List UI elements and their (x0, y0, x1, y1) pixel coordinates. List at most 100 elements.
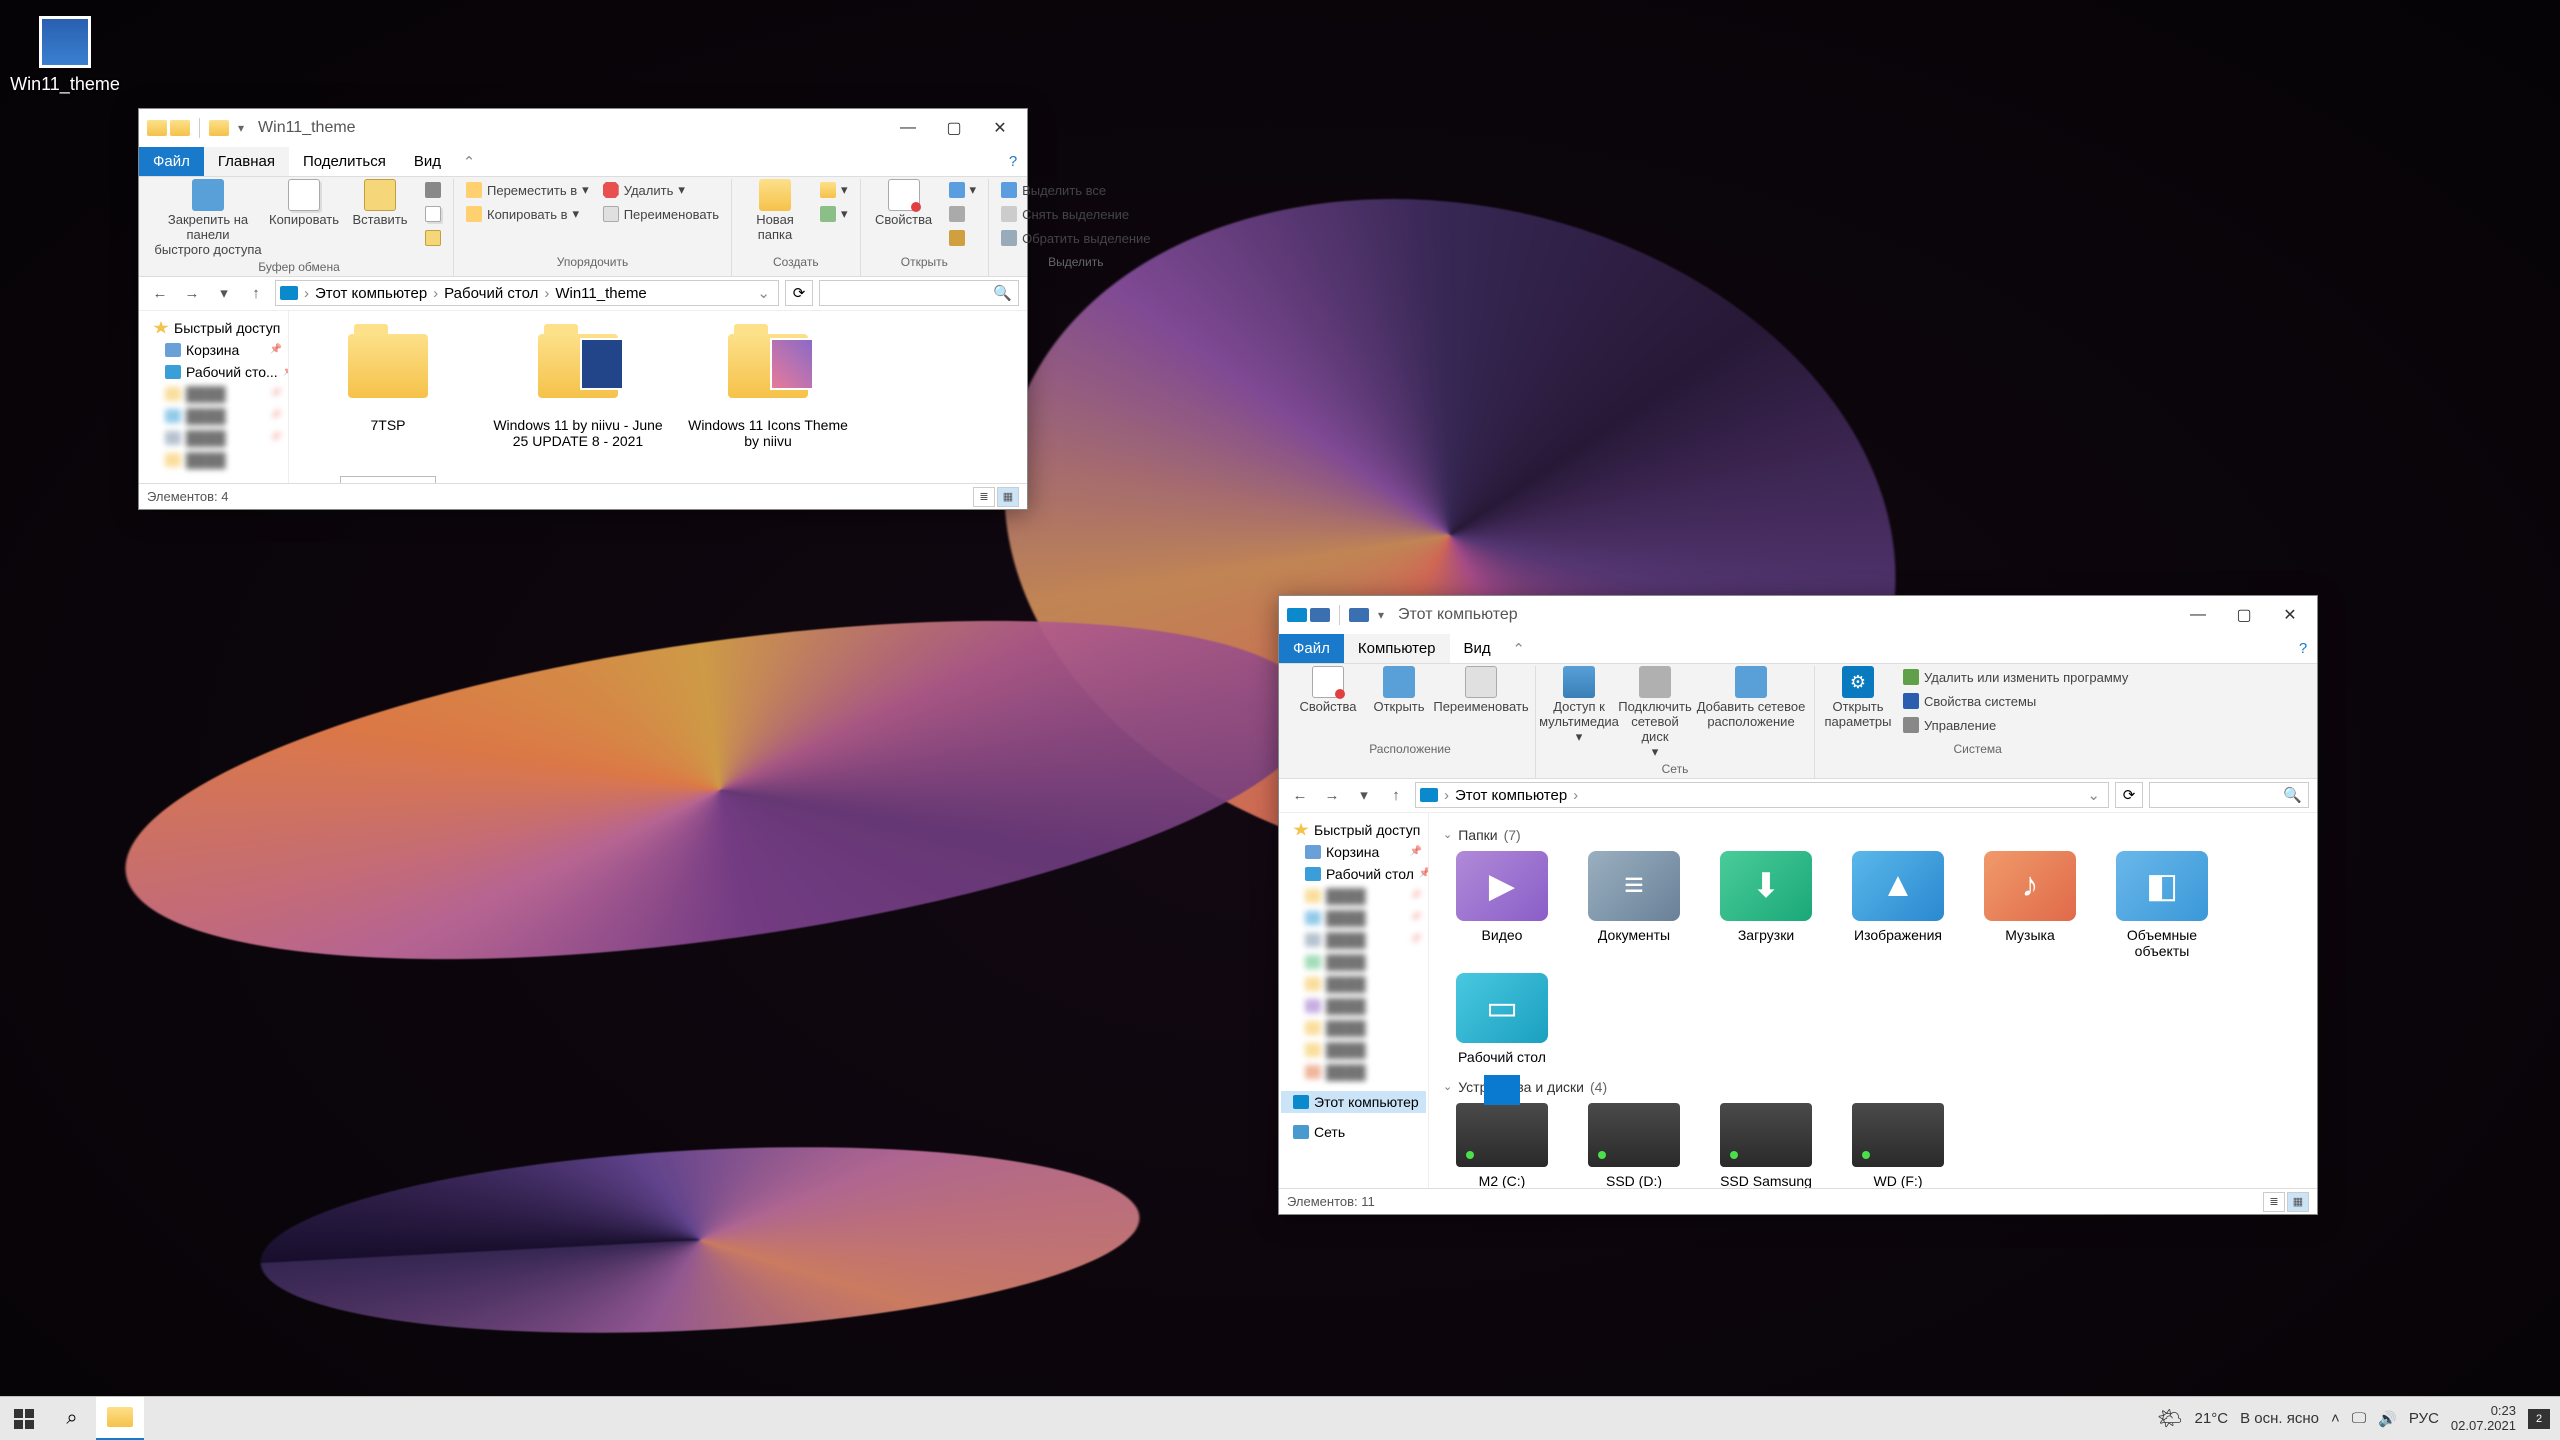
invert-selection-button[interactable]: Обратить выделение (997, 227, 1154, 249)
select-none-button[interactable]: Снять выделение (997, 203, 1154, 225)
nav-up-button[interactable]: ↑ (243, 280, 269, 306)
minimize-button[interactable]: — (885, 109, 931, 147)
section-folders-header[interactable]: ⌄Папки (7) (1443, 827, 2303, 843)
nav-forward-button[interactable]: → (179, 280, 205, 306)
drive-item[interactable]: SSD (D:) (1575, 1103, 1693, 1188)
nav-forward-button[interactable]: → (1319, 782, 1345, 808)
view-details-button[interactable]: ≣ (973, 487, 995, 507)
refresh-button[interactable]: ⟳ (2115, 782, 2143, 808)
drive-item[interactable]: SSD Samsung (E:) (1707, 1103, 1825, 1188)
maximize-button[interactable]: ▢ (2221, 596, 2267, 634)
ribbon-collapse-icon[interactable]: ⌃ (455, 147, 483, 176)
rename-button[interactable]: Переименовать (599, 203, 723, 225)
nav-up-button[interactable]: ↑ (1383, 782, 1409, 808)
tab-file[interactable]: Файл (139, 147, 204, 176)
search-button[interactable]: ⌕ (48, 1397, 96, 1440)
nav-desktop[interactable]: Рабочий сто... (141, 361, 286, 383)
qat-computer-icon[interactable] (1349, 608, 1369, 622)
rename-button[interactable]: Переименовать (1435, 666, 1527, 715)
nav-recycle-bin[interactable]: Корзина (1281, 841, 1426, 863)
weather-temp[interactable]: 21°C (2195, 1410, 2229, 1427)
nav-item-blurred[interactable]: ████ (1281, 1039, 1426, 1061)
crumb-current[interactable]: Win11_theme (551, 285, 650, 302)
copy-to-button[interactable]: Копировать в ▾ (462, 203, 593, 225)
weather-text[interactable]: В осн. ясно (2240, 1410, 2319, 1427)
new-item-button[interactable]: ▾ (816, 179, 852, 201)
tab-view[interactable]: Вид (400, 147, 455, 176)
pin-quickaccess-button[interactable]: Закрепить на панели быстрого доступа (153, 179, 263, 258)
file-item[interactable]: ThemeTool.exe (303, 469, 473, 483)
help-icon[interactable]: ? (2289, 634, 2317, 663)
copy-path-button[interactable] (421, 203, 445, 225)
select-all-button[interactable]: Выделить все (997, 179, 1154, 201)
media-access-button[interactable]: Доступ к мультимедиа ▾ (1544, 666, 1614, 745)
file-item[interactable]: Windows 11 by niivu - June 25 UPDATE 8 -… (493, 321, 663, 449)
nav-recent-dropdown[interactable]: ▾ (1351, 782, 1377, 808)
nav-item-blurred[interactable]: ████ (1281, 951, 1426, 973)
properties-button[interactable]: Свойства (869, 179, 939, 228)
nav-network[interactable]: Сеть (1281, 1121, 1426, 1143)
nav-recent-dropdown[interactable]: ▾ (211, 280, 237, 306)
tab-home[interactable]: Главная (204, 147, 289, 176)
open-settings-button[interactable]: Открыть параметры (1823, 666, 1893, 730)
library-folder[interactable]: ◧Объемные объекты (2103, 851, 2221, 959)
move-to-button[interactable]: Переместить в ▾ (462, 179, 593, 201)
nav-item-blurred[interactable]: ████ (141, 427, 286, 449)
minimize-button[interactable]: — (2175, 596, 2221, 634)
desktop-shortcut-win11theme[interactable]: Win11_theme (10, 16, 120, 95)
search-input[interactable]: 🔍 (819, 280, 1019, 306)
crumb-this-pc[interactable]: Этот компьютер (311, 285, 431, 302)
view-large-icons-button[interactable]: ▦ (997, 487, 1019, 507)
input-language[interactable]: РУС (2409, 1410, 2439, 1427)
cut-button[interactable] (421, 179, 445, 201)
tray-overflow-icon[interactable]: ˄ (2331, 1410, 2340, 1427)
file-item[interactable]: Windows 11 Icons Theme by niivu (683, 321, 853, 449)
open-button[interactable]: Открыть (1369, 666, 1429, 715)
crumb-desktop[interactable]: Рабочий стол (440, 285, 542, 302)
library-folder[interactable]: ≡Документы (1575, 851, 1693, 959)
nav-item-blurred[interactable]: ████ (1281, 907, 1426, 929)
drive-item[interactable]: WD (F:) (1839, 1103, 1957, 1188)
maximize-button[interactable]: ▢ (931, 109, 977, 147)
delete-button[interactable]: Удалить ▾ (599, 179, 723, 201)
library-folder[interactable]: ▭Рабочий стол (1443, 973, 1561, 1065)
qat-dropdown-icon[interactable]: ▾ (232, 121, 250, 135)
history-button[interactable] (945, 227, 981, 249)
nav-item-blurred[interactable]: ████ (1281, 1061, 1426, 1083)
nav-recycle-bin[interactable]: Корзина (141, 339, 286, 361)
paste-shortcut-button[interactable] (421, 227, 445, 249)
nav-item-blurred[interactable]: ████ (1281, 995, 1426, 1017)
copy-button[interactable]: Копировать (269, 179, 339, 228)
qat-dropdown-icon[interactable]: ▾ (1372, 608, 1390, 622)
qat-new-folder-icon[interactable] (170, 120, 190, 136)
map-drive-button[interactable]: Подключить сетевой диск ▾ (1620, 666, 1690, 760)
tab-computer[interactable]: Компьютер (1344, 634, 1450, 663)
view-details-button[interactable]: ≣ (2263, 1192, 2285, 1212)
nav-item-blurred[interactable]: ████ (1281, 885, 1426, 907)
breadcrumb-box[interactable]: › Этот компьютер› ⌄ (1415, 782, 2109, 808)
edit-button[interactable] (945, 203, 981, 225)
refresh-button[interactable]: ⟳ (785, 280, 813, 306)
nav-item-blurred[interactable]: ████ (141, 405, 286, 427)
crumb-this-pc[interactable]: Этот компьютер (1451, 787, 1571, 804)
tab-view[interactable]: Вид (1450, 634, 1505, 663)
volume-icon[interactable]: 🔊 (2378, 1410, 2397, 1428)
drive-item[interactable]: M2 (C:) (1443, 1103, 1561, 1188)
qat-props-icon[interactable] (1310, 608, 1330, 622)
nav-item-blurred[interactable]: ████ (141, 383, 286, 405)
nav-item-blurred[interactable]: ████ (1281, 1017, 1426, 1039)
open-button[interactable]: ▾ (945, 179, 981, 201)
manage-button[interactable]: Управление (1899, 714, 2132, 736)
library-folder[interactable]: ♪Музыка (1971, 851, 2089, 959)
nav-quick-access[interactable]: Быстрый доступ (141, 317, 286, 339)
taskbar-explorer-button[interactable] (96, 1397, 144, 1440)
library-folder[interactable]: ▲Изображения (1839, 851, 1957, 959)
action-center-button[interactable]: 2 (2528, 1409, 2550, 1429)
tab-file[interactable]: Файл (1279, 634, 1344, 663)
nav-desktop[interactable]: Рабочий стол (1281, 863, 1426, 885)
file-list[interactable]: 7TSPWindows 11 by niivu - June 25 UPDATE… (289, 311, 1027, 483)
nav-this-pc[interactable]: Этот компьютер (1281, 1091, 1426, 1113)
breadcrumb-box[interactable]: › Этот компьютер› Рабочий стол› Win11_th… (275, 280, 779, 306)
close-button[interactable]: ✕ (2267, 596, 2313, 634)
nav-back-button[interactable]: ← (1287, 782, 1313, 808)
